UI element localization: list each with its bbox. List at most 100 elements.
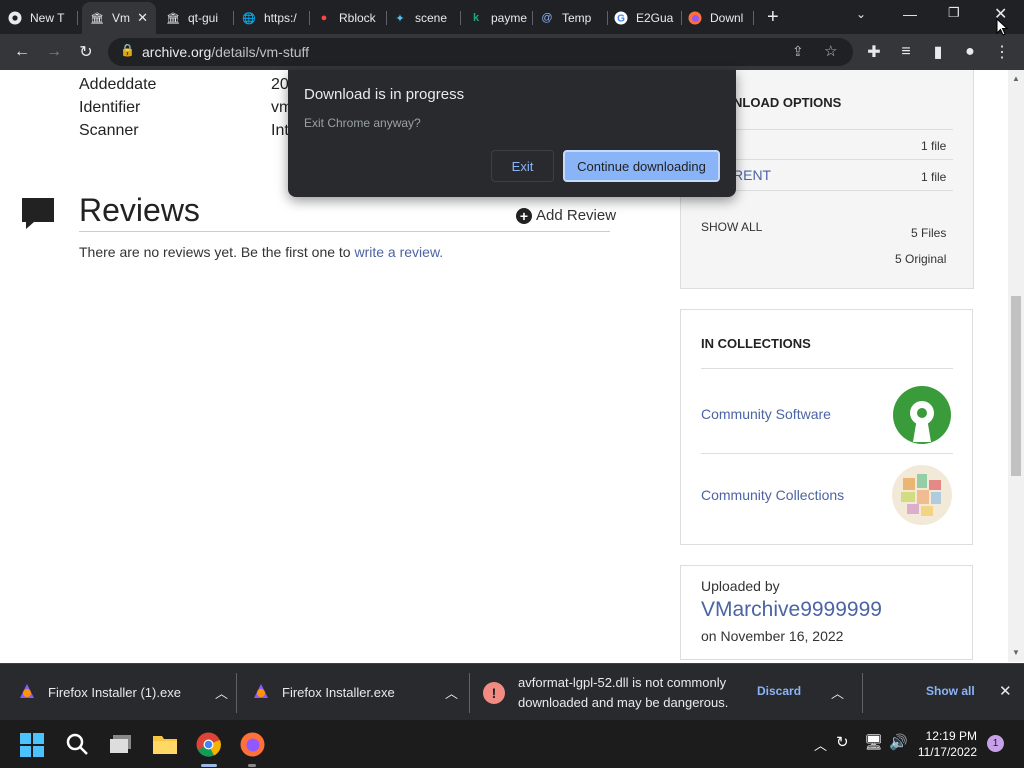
tab-label: qt-gui [188, 11, 219, 25]
tab-downloads[interactable]: Downl [688, 4, 754, 32]
restore-icon[interactable]: ❐ [948, 5, 960, 21]
search-icon[interactable] [65, 732, 89, 761]
archive-icon: 🏛 [90, 12, 104, 25]
new-tab-button[interactable]: + [767, 6, 779, 29]
torrent-link[interactable]: RENT [733, 167, 771, 183]
files-count: 5 Files [911, 226, 947, 240]
plus-circle-icon: + [516, 207, 532, 224]
add-review-button[interactable]: + Add Review [516, 207, 616, 224]
download-options-heading: NLOAD OPTIONS [733, 95, 842, 110]
file-explorer-icon[interactable] [152, 733, 178, 760]
write-review-link[interactable]: write a review. [354, 244, 443, 260]
chrome-taskbar-icon[interactable] [196, 732, 221, 762]
url-host: archive.org [142, 44, 212, 60]
clock-time[interactable]: 12:19 PM [921, 729, 977, 743]
warning-line-2: downloaded and may be dangerous. [518, 694, 729, 710]
close-icon[interactable]: ✕ [137, 10, 148, 26]
tab-temp[interactable]: @ Temp [540, 4, 608, 32]
tab-qt-gui[interactable]: 🏛 qt-gui [166, 4, 234, 32]
task-view-icon[interactable] [109, 733, 133, 760]
tab-payme[interactable]: k payme [469, 4, 533, 32]
rblock-icon: ● [320, 12, 328, 24]
extensions-icon[interactable]: ✚ [862, 40, 886, 64]
tab-label: https:/ [264, 11, 297, 25]
chrome-icon [8, 11, 22, 25]
firefox-icon [688, 11, 702, 25]
divider [701, 129, 953, 130]
page-scrollbar[interactable]: ▲ ▼ [1008, 70, 1024, 662]
sync-icon[interactable]: ↻ [836, 733, 849, 751]
chevron-up-icon[interactable]: ︿ [215, 683, 228, 702]
dialog-subtitle: Exit Chrome anyway? [304, 116, 421, 130]
windows-start-icon[interactable] [20, 733, 44, 762]
side-panel-icon[interactable]: ▮ [926, 40, 950, 64]
open-source-logo[interactable] [891, 384, 953, 451]
community-collections-logo[interactable] [891, 464, 953, 531]
exit-button[interactable]: Exit [491, 150, 554, 182]
reviews-title: Reviews [79, 192, 200, 228]
tab-label: Rblock [339, 11, 376, 25]
reload-icon[interactable]: ↻ [74, 40, 98, 64]
browser-toolbar: ← → ↻ 🔒 archive.org/details/vm-stuff ⇪ ☆… [0, 34, 1024, 70]
warning-line-1: avformat-lgpl-52.dll is not commonly [518, 674, 727, 690]
profile-icon[interactable]: ● [958, 40, 982, 64]
tab-search-icon[interactable]: ⌄ [856, 7, 866, 21]
reviews-empty-text: There are no reviews yet. Be the first o… [79, 244, 443, 260]
tab-label: payme [491, 11, 528, 25]
tab-new-tab[interactable]: New T [8, 4, 78, 32]
download-item-firefox-1[interactable]: Firefox Installer (1).exe ︿ [18, 664, 228, 721]
collection-community-software[interactable]: Community Software [701, 406, 831, 422]
menu-icon[interactable]: ⋮ [990, 40, 1014, 64]
uploader-box: Uploaded by VMarchive9999999 on November… [680, 565, 973, 660]
tab-rblock[interactable]: ● Rblock [317, 4, 387, 32]
scroll-up-icon[interactable]: ▲ [1012, 74, 1020, 83]
download-shelf: Firefox Installer (1).exe ︿ Firefox Inst… [0, 663, 1024, 720]
download-item-dangerous[interactable]: ! avformat-lgpl-52.dll is not commonly d… [483, 664, 855, 721]
tab-vm-stuff[interactable]: 🏛 Vm ✕ [82, 2, 156, 34]
back-icon[interactable]: ← [10, 40, 34, 64]
continue-downloading-button[interactable]: Continue downloading [563, 150, 720, 182]
download-filename: Firefox Installer.exe [282, 685, 395, 700]
tab-e2gua[interactable]: G E2Gua [614, 4, 682, 32]
minimize-icon[interactable]: — [903, 6, 917, 22]
tab-https[interactable]: 🌐 https:/ [242, 4, 310, 32]
windows-taskbar: ︿ ↻ 🖥 🔊 12:19 PM 11/17/2022 1 [0, 720, 1024, 768]
collection-label: Community Software [701, 406, 831, 422]
bookmark-star-icon[interactable]: ☆ [824, 42, 837, 60]
discard-button[interactable]: Discard [757, 684, 801, 698]
divider [862, 673, 863, 713]
active-indicator [201, 764, 217, 767]
tab-scene[interactable]: ✦ scene [393, 4, 461, 32]
scroll-down-icon[interactable]: ▼ [1012, 648, 1020, 657]
firefox-taskbar-icon[interactable] [240, 732, 265, 762]
media-control-icon[interactable]: ≡ [894, 40, 918, 64]
show-all-downloads-button[interactable]: Show all [926, 684, 975, 698]
chevron-up-icon[interactable]: ︿ [445, 683, 458, 702]
address-bar[interactable]: 🔒 archive.org/details/vm-stuff ⇪ ☆ [108, 38, 853, 66]
scene-icon: ✦ [395, 12, 405, 25]
google-icon: G [614, 11, 628, 25]
notification-badge[interactable]: 1 [987, 735, 1004, 752]
scrollbar-thumb[interactable] [1011, 296, 1021, 476]
show-all-link[interactable]: SHOW ALL [701, 220, 762, 234]
tab-label: Downl [710, 11, 744, 25]
clock-date[interactable]: 11/17/2022 [917, 745, 977, 759]
original-count: 5 Original [895, 252, 947, 266]
uploader-link[interactable]: VMarchive9999999 [701, 598, 882, 622]
volume-icon[interactable]: 🔊 [889, 733, 908, 751]
mouse-cursor-icon [996, 17, 1009, 41]
svg-text:G: G [617, 14, 625, 25]
network-icon[interactable]: 🖥 [864, 733, 883, 751]
collection-community-collections[interactable]: Community Collections [701, 487, 844, 503]
tab-label: E2Gua [636, 11, 674, 25]
download-item-firefox-2[interactable]: Firefox Installer.exe ︿ [252, 664, 458, 721]
close-shelf-icon[interactable]: ✕ [999, 682, 1012, 700]
chevron-up-icon[interactable]: ︿ [831, 683, 844, 702]
upload-date: on November 16, 2022 [701, 628, 844, 644]
exit-dialog: Download is in progress Exit Chrome anyw… [288, 70, 736, 197]
tab-label: scene [415, 11, 448, 25]
forward-icon[interactable]: → [42, 40, 66, 64]
collection-label: Community Collections [701, 487, 845, 503]
hidden-icons-chevron-icon[interactable]: ︿ [814, 735, 827, 754]
share-icon[interactable]: ⇪ [792, 43, 804, 60]
